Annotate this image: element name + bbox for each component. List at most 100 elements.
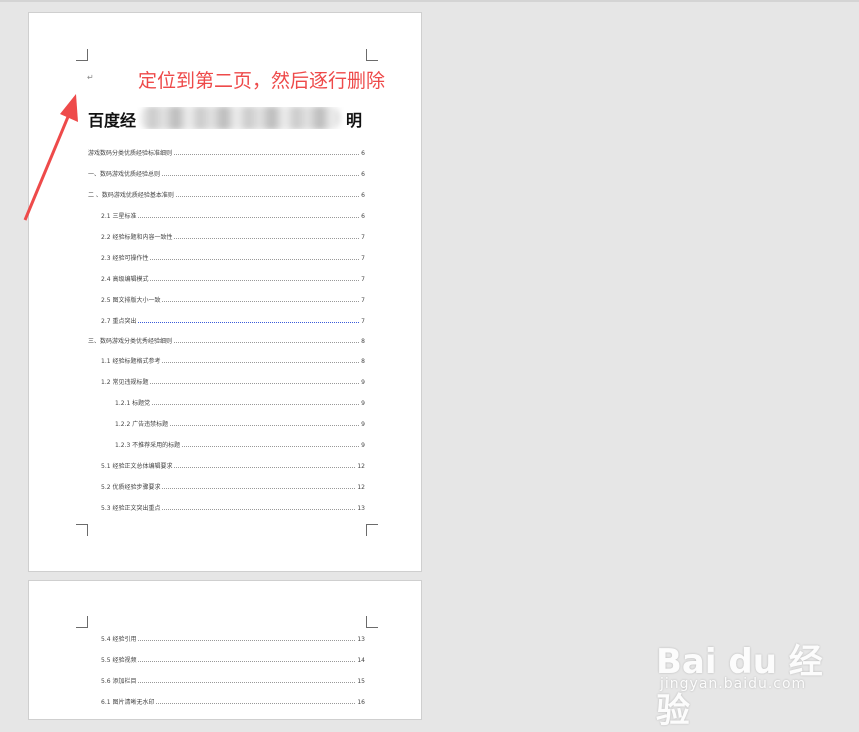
toc-page-number: 6 xyxy=(361,150,365,157)
toc-entry-text: 1.1 经验标题格式参考 xyxy=(101,358,161,365)
toc-entry-text: 5.2 优质经验步骤要求 xyxy=(101,484,161,491)
toc-leader-dots xyxy=(138,640,356,641)
toc-entry-text: 2.1 三星标准 xyxy=(101,213,137,220)
toc-entry[interactable]: 2.2 经验标题和内容一致性 7 xyxy=(101,231,365,241)
toc-entry[interactable]: 5.3 经验正文突出重点 13 xyxy=(101,502,365,512)
margin-corner-top-left xyxy=(76,616,88,628)
toc-entry-text: 5.6 添加栏目 xyxy=(101,678,137,685)
document-page-2[interactable]: 5.4 经验引用 13 5.5 经验视频 14 5.6 添加栏目 15 6.1 图片清晰无水… xyxy=(28,580,422,720)
toc-entry[interactable]: 二 、数码游戏优质经验基本准则 6 xyxy=(88,189,365,199)
window-top-border xyxy=(0,0,859,2)
toc-leader-dots xyxy=(162,362,360,363)
toc-page-number: 9 xyxy=(361,400,365,407)
toc-entry[interactable]: 5.4 经验引用 13 xyxy=(101,633,365,643)
toc-leader-dots xyxy=(138,682,356,683)
toc-entry-text: 5.1 经验正文总体编辑要求 xyxy=(101,463,173,470)
toc-entry[interactable]: 5.6 添加栏目 15 xyxy=(101,675,365,685)
toc-page-number: 12 xyxy=(357,463,365,470)
toc-page-number: 6 xyxy=(361,171,365,178)
toc-entry-text: 5.5 经验视频 xyxy=(101,657,137,664)
toc-leader-dots xyxy=(156,703,356,704)
toc-entry[interactable]: 1.1 经验标题格式参考 8 xyxy=(101,355,365,365)
toc-page-number: 8 xyxy=(361,358,365,365)
toc-entry-text: 一、数码游戏优质经验总则 xyxy=(88,171,161,178)
toc-entry-text: 2.7 重点突出 xyxy=(101,318,137,325)
toc-page-number: 14 xyxy=(357,657,365,664)
blurred-title-region xyxy=(140,107,340,129)
toc-entry[interactable]: 游戏数码分类优质经验标准细则 6 xyxy=(88,147,365,157)
toc-leader-dots xyxy=(174,154,360,155)
toc-leader-dots xyxy=(170,425,360,426)
toc-page-number: 15 xyxy=(357,678,365,685)
toc-entry[interactable]: 2.1 三星标准 6 xyxy=(101,210,365,220)
toc-page-number: 9 xyxy=(361,442,365,449)
toc-entry-text: 5.4 经验引用 xyxy=(101,636,137,643)
baidu-jingyan-watermark: Bai du 经验 jingyan.baidu.com xyxy=(656,622,846,731)
toc-entry[interactable]: 1.2.3 不推荐采用的标题 9 xyxy=(115,439,365,449)
toc-page-number: 7 xyxy=(361,276,365,283)
toc-page-number: 6 xyxy=(361,213,365,220)
toc-entry[interactable]: 1.2.1 标题党 9 xyxy=(115,397,365,407)
toc-page-number: 7 xyxy=(361,318,365,325)
toc-entry[interactable]: 2.3 经验可操作性 7 xyxy=(101,252,365,262)
margin-corner-bottom-right xyxy=(366,524,378,536)
toc-leader-dots xyxy=(138,661,356,662)
toc-entry[interactable]: 5.5 经验视频 14 xyxy=(101,654,365,664)
toc-entry[interactable]: 2.4 高级编辑模式 7 xyxy=(101,273,365,283)
toc-leader-dots xyxy=(138,217,360,218)
toc-entry[interactable]: 5.1 经验正文总体编辑要求 12 xyxy=(101,460,365,470)
toc-page-number: 9 xyxy=(361,379,365,386)
title-right-text: 明 xyxy=(345,111,362,129)
toc-leader-dots xyxy=(174,342,360,343)
toc-page-number: 8 xyxy=(361,338,365,345)
toc-page-number: 13 xyxy=(357,505,365,512)
toc-entry-text: 2.4 高级编辑模式 xyxy=(101,276,149,283)
toc-entry-text: 6.1 图片清晰无水印 xyxy=(101,699,155,706)
toc-page-number: 13 xyxy=(357,636,365,643)
toc-entry-text: 1.2.2 广告违禁标题 xyxy=(115,421,169,428)
toc-leader-dots xyxy=(150,383,360,384)
toc-page-number: 9 xyxy=(361,421,365,428)
toc-entry-text: 1.2.1 标题党 xyxy=(115,400,151,407)
toc-entry-text: 5.3 经验正文突出重点 xyxy=(101,505,161,512)
margin-corner-top-right xyxy=(366,49,378,61)
toc-entry-text: 三、数码游戏分类优秀经验细则 xyxy=(88,338,173,345)
toc-leader-dots xyxy=(162,488,356,489)
document-page-1[interactable]: ↵ 百度经 明 游戏数码分类优质经验标准细则 6 一、数码游戏优质经验总则 6 二 、数… xyxy=(28,12,422,572)
margin-corner-bottom-left xyxy=(76,524,88,536)
toc-leader-dots xyxy=(162,301,360,302)
toc-page-number: 12 xyxy=(357,484,365,491)
paragraph-mark: ↵ xyxy=(87,73,94,82)
toc-entry-text: 2.3 经验可操作性 xyxy=(101,255,149,262)
title-left-text: 百度经 xyxy=(88,111,137,129)
toc-leader-dots xyxy=(174,467,356,468)
toc-leader-dots xyxy=(162,175,360,176)
toc-leader-dots xyxy=(174,238,360,239)
toc-entry-text: 游戏数码分类优质经验标准细则 xyxy=(88,150,173,157)
margin-corner-top-left xyxy=(76,49,88,61)
toc-entry-text: 1.2 常见违规标题 xyxy=(101,379,149,386)
toc-entry[interactable]: 三、数码游戏分类优秀经验细则 8 xyxy=(88,335,365,345)
toc-page-number: 6 xyxy=(361,192,365,199)
toc-leader-dots xyxy=(138,322,360,323)
annotation-text: 定位到第二页，然后逐行删除 xyxy=(138,70,386,92)
toc-entry[interactable]: 2.5 图文排版大小一致 7 xyxy=(101,294,365,304)
toc-page-number: 16 xyxy=(357,699,365,706)
margin-corner-top-right xyxy=(366,616,378,628)
toc-entry[interactable]: 6.1 图片清晰无水印 16 xyxy=(101,696,365,706)
toc-page-number: 7 xyxy=(361,297,365,304)
toc-entry[interactable]: 1.2.2 广告违禁标题 9 xyxy=(115,418,365,428)
toc-entry[interactable]: 1.2 常见违规标题 9 xyxy=(101,376,365,386)
toc-entry-text: 2.5 图文排版大小一致 xyxy=(101,297,161,304)
toc-leader-dots xyxy=(162,509,356,510)
watermark-url: jingyan.baidu.com xyxy=(660,676,807,692)
toc-entry[interactable]: 2.7 重点突出 7 xyxy=(101,315,365,325)
toc-leader-dots xyxy=(150,259,360,260)
toc-leader-dots xyxy=(182,446,360,447)
document-title[interactable]: 百度经 明 xyxy=(88,107,362,129)
toc-entry-text: 二 、数码游戏优质经验基本准则 xyxy=(88,192,174,199)
toc-entry-text: 2.2 经验标题和内容一致性 xyxy=(101,234,173,241)
toc-entry[interactable]: 5.2 优质经验步骤要求 12 xyxy=(101,481,365,491)
toc-page-number: 7 xyxy=(361,234,365,241)
toc-entry[interactable]: 一、数码游戏优质经验总则 6 xyxy=(88,168,365,178)
